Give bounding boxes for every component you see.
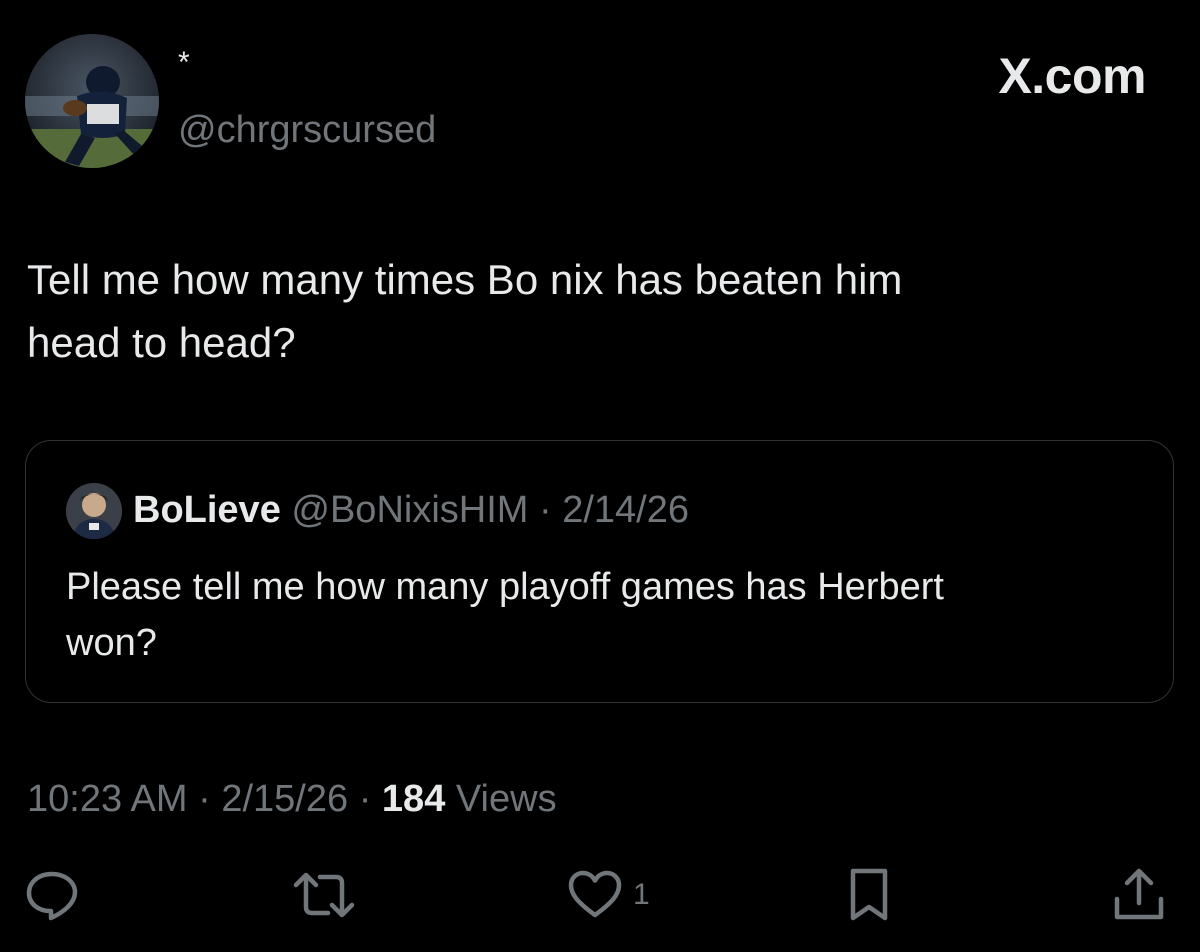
meta-separator: ·: [358, 778, 372, 820]
like-count: 1: [633, 878, 650, 911]
brand-logo: X.com: [998, 48, 1146, 104]
quoted-author-avatar[interactable]: [66, 483, 122, 539]
quoted-tweet-text: Please tell me how many playoff games ha…: [66, 559, 1146, 671]
author-display-name[interactable]: *: [178, 48, 190, 78]
tweet-text: Tell me how many times Bo nix has beaten…: [27, 248, 1167, 374]
views-label: Views: [455, 778, 557, 820]
tweet-date[interactable]: 2/15/26: [221, 778, 348, 820]
quoted-text-line: Please tell me how many playoff games ha…: [66, 566, 944, 608]
like-button[interactable]: 1: [567, 866, 650, 924]
meta-separator: ·: [198, 778, 211, 820]
quoted-tweet-card[interactable]: BoLieve @BoNixisHIM · 2/14/26 Please tel…: [25, 440, 1174, 703]
like-icon: [568, 870, 622, 918]
share-icon: [1114, 868, 1164, 920]
quoted-handle[interactable]: @BoNixisHIM: [291, 489, 528, 531]
quoted-tweet-header: BoLieve @BoNixisHIM · 2/14/26: [133, 487, 689, 533]
quoted-display-name[interactable]: BoLieve: [133, 489, 281, 531]
quoted-date[interactable]: 2/14/26: [562, 489, 689, 531]
author-avatar-image: [25, 34, 159, 168]
bookmark-icon: [850, 868, 888, 921]
tweet-text-line: Tell me how many times Bo nix has beaten…: [27, 256, 903, 303]
views-count: 184: [381, 778, 446, 820]
quoted-separator: ·: [539, 489, 552, 531]
share-button[interactable]: [1110, 866, 1168, 924]
retweet-icon: [293, 872, 355, 918]
author-handle[interactable]: @chrgrscursed: [178, 108, 436, 152]
tweet-meta: 10:23 AM · 2/15/26 · 184 Views: [27, 776, 557, 822]
reply-button[interactable]: [24, 866, 80, 924]
reply-icon: [26, 871, 78, 921]
quoted-avatar-image: [66, 483, 122, 539]
quoted-text-line: won?: [66, 622, 157, 664]
tweet-text-line: head to head?: [27, 319, 296, 366]
tweet-time[interactable]: 10:23 AM: [27, 778, 188, 820]
retweet-button[interactable]: [292, 866, 356, 924]
author-avatar[interactable]: [25, 34, 159, 168]
bookmark-button[interactable]: [845, 866, 893, 924]
